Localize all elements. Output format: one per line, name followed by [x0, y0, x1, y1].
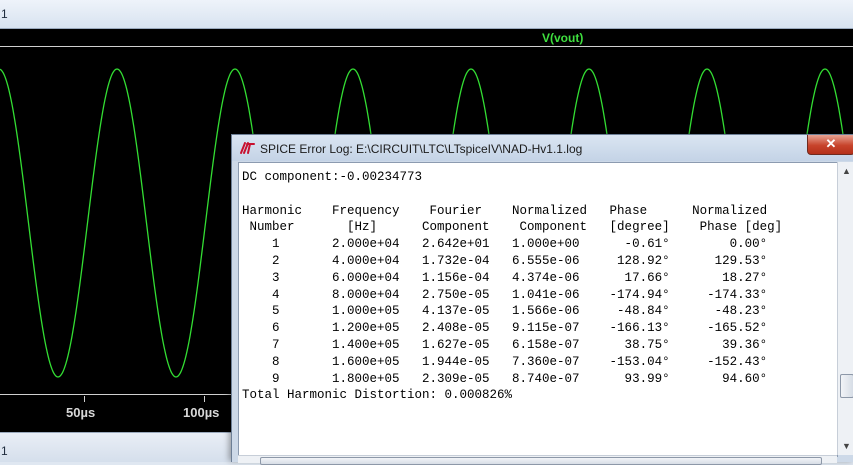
horizontal-scroll-thumb[interactable] — [260, 457, 822, 465]
ltspice-app-icon — [240, 142, 255, 154]
scroll-down-icon[interactable]: ▼ — [840, 439, 853, 453]
table-header-line-1: Harmonic Frequency Fourier Normalized Ph… — [242, 203, 768, 218]
log-window-titlebar[interactable]: SPICE Error Log: E:\CIRCUIT\LTC\LTspiceI… — [232, 135, 853, 161]
harmonic-row: 7 1.400e+05 1.627e-05 6.158e-07 38.75° 3… — [242, 337, 768, 352]
harmonic-row: 9 1.800e+05 2.309e-05 8.740e-07 93.99° 9… — [242, 371, 768, 386]
plot-window-titlebar: 1 — [0, 0, 853, 29]
x-tick — [84, 396, 85, 402]
scroll-up-icon[interactable]: ▲ — [840, 164, 853, 178]
dc-component-line: DC component:-0.00234773 — [242, 170, 423, 184]
vertical-scrollbar[interactable]: ▲ ▼ — [837, 162, 853, 455]
log-text-area[interactable]: DC component:-0.00234773 Harmonic Freque… — [238, 162, 838, 457]
log-text[interactable]: DC component:-0.00234773 Harmonic Freque… — [242, 169, 782, 404]
harmonic-row: 4 8.000e+04 2.750e-05 1.041e-06 -174.94°… — [242, 287, 768, 302]
plot-status-text: 1 — [1, 444, 8, 458]
plot-window-title: 1 — [1, 7, 8, 21]
horizontal-scrollbar[interactable] — [238, 455, 837, 465]
log-window-title: SPICE Error Log: E:\CIRCUIT\LTC\LTspiceI… — [260, 142, 583, 156]
harmonic-row: 1 2.000e+04 2.642e+01 1.000e+00 -0.61° 0… — [242, 237, 768, 252]
x-tick-label-100us: 100µs — [183, 405, 220, 420]
spice-error-log-window[interactable]: SPICE Error Log: E:\CIRCUIT\LTC\LTspiceI… — [231, 134, 853, 465]
trace-label-vout[interactable]: V(vout) — [542, 31, 583, 45]
close-icon: ✕ — [825, 136, 837, 151]
harmonic-row: 2 4.000e+04 1.732e-04 6.555e-06 128.92° … — [242, 253, 768, 268]
thd-line: Total Harmonic Distortion: 0.000826% — [242, 388, 513, 403]
table-header-line-2: Number [Hz] Component Component [degree]… — [242, 220, 783, 235]
close-button[interactable]: ✕ — [807, 135, 853, 155]
x-tick-label-50us: 50µs — [66, 405, 96, 420]
harmonic-row: 3 6.000e+04 1.156e-04 4.374e-06 17.66° 1… — [242, 270, 768, 285]
x-tick — [204, 396, 205, 402]
harmonic-row: 6 1.200e+05 2.408e-05 9.115e-07 -166.13°… — [242, 321, 768, 336]
vertical-scroll-thumb[interactable] — [840, 374, 853, 398]
harmonic-row: 5 1.000e+05 4.137e-05 1.566e-06 -48.84° … — [242, 304, 768, 319]
harmonic-row: 8 1.600e+05 1.944e-05 7.360e-07 -153.04°… — [242, 354, 768, 369]
